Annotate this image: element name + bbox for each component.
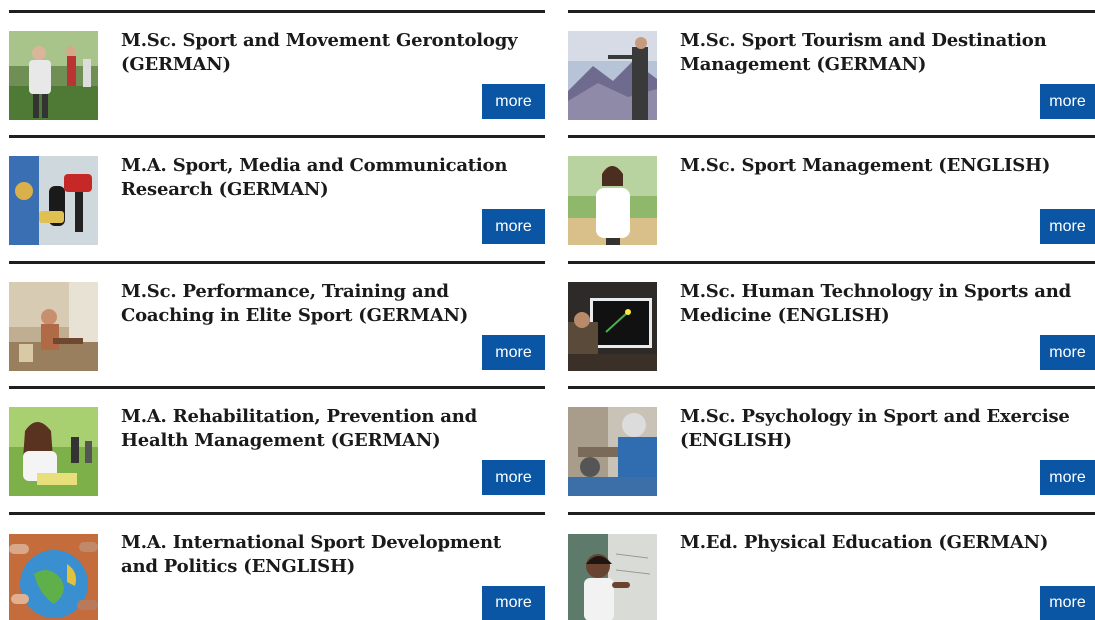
- more-button[interactable]: more: [482, 335, 545, 370]
- program-card: M.Sc. Sport Tourism and Destination Mana…: [568, 10, 1095, 136]
- more-button[interactable]: more: [482, 586, 545, 620]
- program-image[interactable]: [568, 533, 657, 620]
- program-title[interactable]: M.Sc. Human Technology in Sports and Med…: [680, 280, 1095, 328]
- program-image[interactable]: [568, 407, 657, 496]
- more-button[interactable]: more: [482, 460, 545, 495]
- program-title[interactable]: M.Sc. Sport Management (ENGLISH): [680, 154, 1095, 178]
- program-card: M.Sc. Sport and Movement Gerontology (GE…: [9, 10, 545, 136]
- program-image[interactable]: [9, 533, 98, 620]
- more-button[interactable]: more: [1040, 209, 1095, 244]
- more-button[interactable]: more: [1040, 335, 1095, 370]
- program-title[interactable]: M.A. International Sport Development and…: [121, 531, 541, 579]
- program-title[interactable]: M.Sc. Psychology in Sport and Exercise (…: [680, 405, 1095, 453]
- program-card: M.A. International Sport Development and…: [9, 512, 545, 620]
- program-image[interactable]: [9, 156, 98, 245]
- program-card: M.Sc. Sport Management (ENGLISH) more: [568, 135, 1095, 261]
- program-card: M.Ed. Physical Education (GERMAN) more: [568, 512, 1095, 620]
- program-grid: M.Sc. Sport and Movement Gerontology (GE…: [0, 0, 1095, 620]
- more-button[interactable]: more: [1040, 586, 1095, 620]
- program-title[interactable]: M.Sc. Sport Tourism and Destination Mana…: [680, 29, 1095, 77]
- program-title[interactable]: M.Sc. Performance, Training and Coaching…: [121, 280, 541, 328]
- more-button[interactable]: more: [482, 209, 545, 244]
- more-button[interactable]: more: [1040, 84, 1095, 119]
- program-image[interactable]: [568, 156, 657, 245]
- program-image[interactable]: [9, 407, 98, 496]
- program-card: M.A. Rehabilitation, Prevention and Heal…: [9, 386, 545, 512]
- program-title[interactable]: M.Ed. Physical Education (GERMAN): [680, 531, 1095, 555]
- more-button[interactable]: more: [482, 84, 545, 119]
- program-card: M.Sc. Performance, Training and Coaching…: [9, 261, 545, 387]
- more-button[interactable]: more: [1040, 460, 1095, 495]
- program-image[interactable]: [568, 31, 657, 120]
- program-image[interactable]: [9, 31, 98, 120]
- program-image[interactable]: [9, 282, 98, 371]
- program-title[interactable]: M.A. Rehabilitation, Prevention and Heal…: [121, 405, 541, 453]
- program-card: M.Sc. Human Technology in Sports and Med…: [568, 261, 1095, 387]
- program-title[interactable]: M.Sc. Sport and Movement Gerontology (GE…: [121, 29, 541, 77]
- program-image[interactable]: [568, 282, 657, 371]
- program-card: M.A. Sport, Media and Communication Rese…: [9, 135, 545, 261]
- program-card: M.Sc. Psychology in Sport and Exercise (…: [568, 386, 1095, 512]
- program-title[interactable]: M.A. Sport, Media and Communication Rese…: [121, 154, 541, 202]
